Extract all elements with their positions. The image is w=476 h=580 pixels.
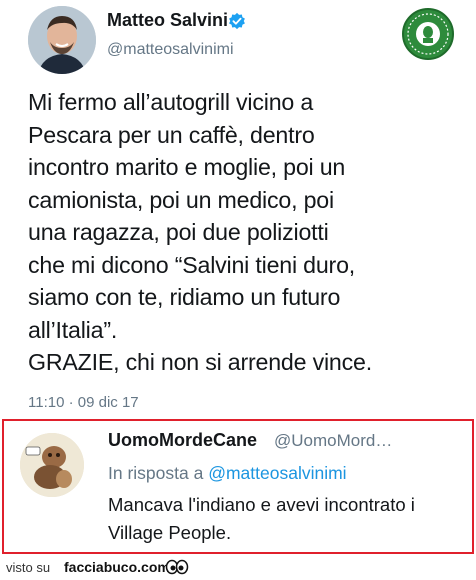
tweet-timestamp[interactable]: 11:10 · 09 dic 17 (28, 394, 139, 411)
author-name[interactable]: Matteo Salvini (107, 10, 228, 31)
avatar[interactable] (28, 6, 96, 74)
reply-to-mention-link[interactable]: @matteosalvinimi (208, 463, 346, 483)
stamp-logo-icon (407, 13, 449, 55)
commenti-memorabili-stamp-logo (402, 8, 454, 60)
avatar-portrait-icon (28, 6, 96, 74)
reply-text: Mancava l'indiano e avevi incontrato i V… (108, 491, 470, 547)
watermark-visto-label: visto su (6, 560, 51, 575)
reply-text-line: Mancava l'indiano e avevi incontrato i (108, 494, 415, 515)
watermark-site-label: facciabuco.com (64, 559, 170, 575)
tweet-text-line: all’Italia”. (28, 316, 118, 343)
reply-to-line: In risposta a @matteosalvinimi (108, 463, 347, 484)
main-tweet: Matteo Salvini @matteosalvinimi Mi fermo… (0, 0, 476, 418)
reply-author-name[interactable]: UomoMordeCane (108, 430, 257, 451)
tweet-text-line: Pescara per un caffè, dentro (28, 121, 315, 148)
reply-avatar-cartoon-icon (20, 433, 84, 497)
reply-text-line: Village People. (108, 522, 232, 543)
reply-to-prefix: In risposta a (108, 463, 204, 483)
tweet-text-line: camionista, poi un medico, poi (28, 186, 334, 213)
watermark-footer: visto su facciabuco.com (0, 556, 476, 580)
reply-avatar[interactable] (20, 433, 84, 497)
reply-author-handle[interactable]: @UomoMord… (274, 431, 392, 451)
tweet-text-line: GRAZIE, chi non si arrende vince. (28, 349, 372, 375)
verified-badge-icon (229, 12, 245, 30)
eyes-icon (165, 559, 189, 575)
author-handle[interactable]: @matteosalvinimi (107, 41, 234, 59)
tweet-text-line: Mi fermo all’autogrill vicino a (28, 89, 314, 115)
tweet-text-line: incontro marito e moglie, poi un (28, 154, 346, 180)
tweet-text-line: che mi dicono “Salvini tieni duro, (28, 251, 356, 278)
tweet-text-line: una ragazza, poi due poliziotti (28, 219, 329, 245)
tweet-text-line: siamo con te, ridiamo un futuro (28, 284, 341, 310)
reply-tweet: UomoMordeCane @UomoMord… In risposta a @… (2, 419, 474, 554)
tweet-text: Mi fermo all’autogrill vicino a Pescara … (28, 86, 458, 379)
